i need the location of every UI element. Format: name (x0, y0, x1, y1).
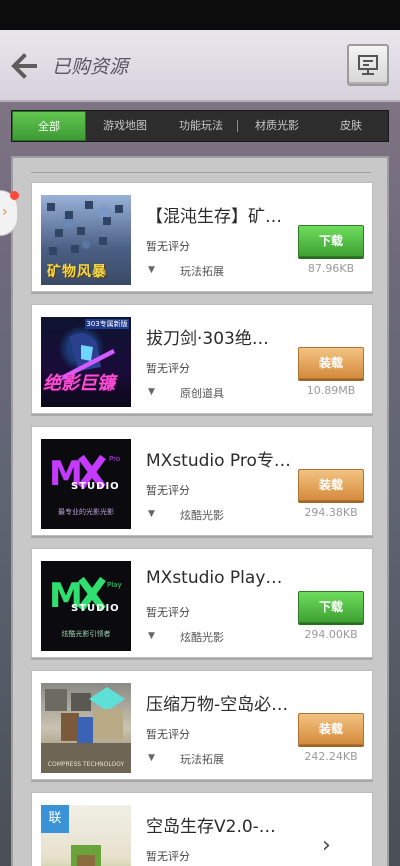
list-item[interactable]: M Pro STUDIO 最专业的光影光影 MXstudio Pro专… 暂无评… (31, 426, 373, 536)
thumbnail: 303专属新版 绝影巨镰 (41, 317, 131, 407)
thumbnail-subcaption: 炫酷光影引领者 (61, 630, 111, 638)
item-category: 炫酷光影 (180, 631, 224, 644)
resource-list-panel: 矿物风暴 【混沌生存】矿… 暂无评分 ▼ 玩法拓展 下载 87.96KB 303… (11, 156, 389, 866)
list-item[interactable]: 联 空岛生存V2.0-… 暂无评分 › (31, 792, 373, 866)
item-size: 10.89MB (306, 384, 356, 397)
thumbnail-caption: STUDIO (71, 603, 120, 614)
notification-dot (10, 191, 19, 200)
thumbnail-caption: 矿物风暴 (47, 264, 107, 280)
thumbnail: M Pro STUDIO 最专业的光影光影 (41, 439, 131, 529)
tab-texture-shader[interactable]: 材质光影 (244, 111, 310, 141)
item-size: 242.24KB (304, 750, 358, 763)
download-icon: ▼ (148, 509, 155, 519)
tab-all[interactable]: 全部 (12, 111, 86, 141)
item-title: MXstudio Play… (146, 568, 283, 588)
download-icon: ▼ (148, 387, 155, 397)
download-button[interactable]: 下载 (298, 225, 364, 257)
item-title: 【混沌生存】矿… (146, 207, 282, 227)
item-rating: 暂无评分 (146, 850, 190, 863)
back-button[interactable] (10, 52, 40, 80)
thumbnail-caption: 绝影巨镰 (43, 373, 115, 394)
download-button[interactable]: 下载 (298, 591, 364, 623)
svg-text:Play: Play (107, 581, 122, 589)
chevron-right-icon[interactable]: › (322, 833, 331, 858)
load-button[interactable]: 装载 (298, 469, 364, 501)
thumbnail: COMPRESS TECHNOLOGY (41, 683, 131, 773)
joint-badge: 联 (41, 805, 69, 833)
item-title: 压缩万物-空岛必… (146, 695, 289, 715)
item-size: 294.00KB (304, 628, 358, 641)
page-title: 已购资源 (52, 56, 129, 78)
load-button[interactable]: 装载 (298, 347, 364, 379)
download-icon: ▼ (148, 631, 155, 641)
status-bar (0, 0, 400, 30)
item-rating: 暂无评分 (146, 606, 190, 619)
item-size: 294.38KB (304, 506, 358, 519)
arrow-left-icon (11, 53, 37, 79)
tab-divider (237, 120, 238, 132)
category-tabs: 全部 游戏地图 功能玩法 材质光影 皮肤 (11, 110, 389, 142)
download-icon: ▼ (148, 753, 155, 763)
menu-button[interactable] (347, 44, 389, 86)
thumbnail-caption: COMPRESS TECHNOLOGY (47, 761, 125, 768)
item-category: 玩法拓展 (180, 753, 224, 766)
item-category: 炫酷光影 (180, 509, 224, 522)
item-rating: 暂无评分 (146, 240, 190, 253)
item-rating: 暂无评分 (146, 484, 190, 497)
list-item[interactable]: M Play STUDIO 炫酷光影引领者 MXstudio Play… 暂无评… (31, 548, 373, 658)
thumbnail: 矿物风暴 (41, 195, 131, 285)
item-size: 87.96KB (307, 262, 355, 275)
svg-text:Pro: Pro (109, 455, 120, 463)
item-rating: 暂无评分 (146, 362, 190, 375)
thumbnail-top-label: 303专属新版 (85, 319, 129, 329)
monitor-icon (358, 55, 378, 75)
item-rating: 暂无评分 (146, 728, 190, 741)
item-title: 空岛生存V2.0-… (146, 817, 276, 837)
thumbnail: 联 (41, 805, 131, 866)
tab-game-maps[interactable]: 游戏地图 (92, 111, 158, 141)
load-button[interactable]: 装载 (298, 713, 364, 745)
divider (31, 172, 371, 173)
list-item[interactable]: 矿物风暴 【混沌生存】矿… 暂无评分 ▼ 玩法拓展 下载 87.96KB (31, 182, 373, 292)
thumbnail-subcaption: 最专业的光影光影 (58, 508, 114, 516)
header: 已购资源 (0, 30, 400, 102)
list-item[interactable]: 303专属新版 绝影巨镰 拔刀剑·303绝… 暂无评分 ▼ 原创道具 装载 10… (31, 304, 373, 414)
thumbnail-caption: STUDIO (71, 481, 120, 492)
item-category: 玩法拓展 (180, 265, 224, 278)
chevron-right-icon: › (2, 204, 8, 220)
item-title: MXstudio Pro专… (146, 451, 291, 471)
tab-skins[interactable]: 皮肤 (318, 111, 384, 141)
tab-gameplay[interactable]: 功能玩法 (168, 111, 234, 141)
item-title: 拔刀剑·303绝… (146, 329, 269, 349)
list-item[interactable]: COMPRESS TECHNOLOGY 压缩万物-空岛必… 暂无评分 ▼ 玩法拓… (31, 670, 373, 780)
download-icon: ▼ (148, 265, 155, 275)
item-category: 原创道具 (180, 387, 224, 400)
thumbnail: M Play STUDIO 炫酷光影引领者 (41, 561, 131, 651)
